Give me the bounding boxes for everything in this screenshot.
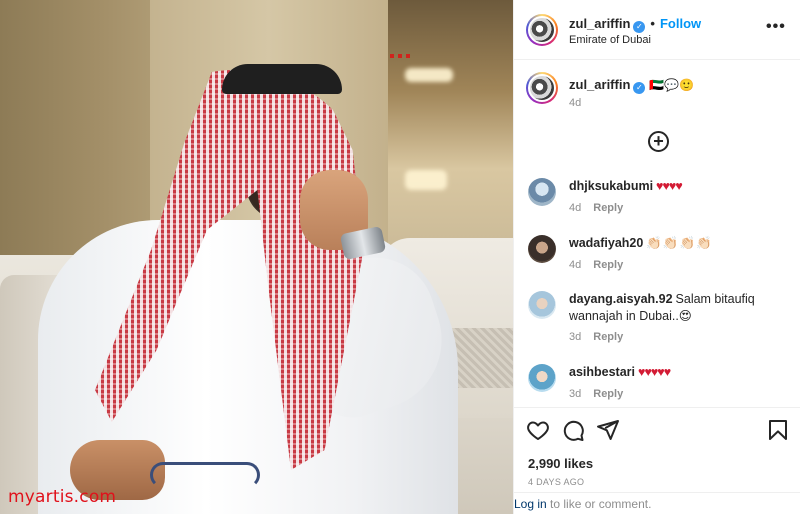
comment-time: 4d [569, 259, 582, 271]
reply-button[interactable]: Reply [593, 202, 623, 214]
post-actions: 2,990 likes 4 DAYS AGO Log in to like or… [514, 407, 800, 514]
comment-username[interactable]: asihbestari [569, 365, 635, 379]
comment-time: 4d [569, 202, 582, 214]
comment-meta: 3d Reply [569, 331, 623, 343]
post-date: 4 DAYS AGO [528, 477, 585, 487]
reply-button[interactable]: Reply [593, 259, 623, 271]
header-user-line: zul_ariffin ✓ • Follow [569, 16, 701, 33]
post-header: zul_ariffin ✓ • Follow Emirate of Dubai ••• [514, 0, 800, 60]
comment-meta: 3d Reply [569, 388, 623, 400]
bookmark-icon[interactable] [766, 418, 790, 442]
hallway-background [388, 0, 513, 260]
separator-dot: • [650, 16, 655, 31]
comment-avatar[interactable] [528, 291, 556, 319]
heart-icon[interactable] [526, 418, 550, 442]
comment-time: 3d [569, 388, 582, 400]
comment-username[interactable]: dhjksukabumi [569, 179, 653, 193]
follow-button[interactable]: Follow [660, 16, 701, 31]
verified-icon: ✓ [633, 21, 646, 33]
caption-time: 4d [569, 97, 582, 109]
post-panel: zul_ariffin ✓ • Follow Emirate of Dubai •••… [513, 0, 800, 514]
location-link[interactable]: Emirate of Dubai [569, 34, 651, 46]
comment-meta: 4d Reply [569, 259, 623, 271]
more-options-icon[interactable]: ••• [766, 18, 786, 36]
eyeglasses [150, 462, 260, 488]
login-link[interactable]: Log in [514, 497, 547, 511]
comment-body: asihbestari ♥♥♥♥♥ [569, 364, 789, 381]
comment-meta: 4d Reply [569, 202, 623, 214]
comment-avatar[interactable] [528, 178, 556, 206]
watermark: myartis.com [8, 487, 117, 507]
like-count[interactable]: 2,990 likes [528, 456, 593, 471]
post-photo[interactable]: myartis.com [0, 0, 513, 514]
comment-text: ♥♥♥♥ [656, 179, 683, 193]
share-icon[interactable] [596, 418, 620, 442]
red-lights [390, 54, 412, 58]
comment-icon[interactable] [561, 418, 585, 442]
caption-line: zul_ariffin ✓ 🇦🇪💬🙂 [569, 77, 694, 94]
header-username[interactable]: zul_ariffin [569, 16, 630, 31]
comment-time: 3d [569, 331, 582, 343]
reply-button[interactable]: Reply [593, 388, 623, 400]
caption-username[interactable]: zul_ariffin [569, 77, 630, 92]
comment-body: wadafiyah20 👏🏻👏🏻👏🏻👏🏻 [569, 235, 789, 252]
comment-text: 👏🏻👏🏻👏🏻👏🏻 [646, 236, 713, 250]
black-agal [222, 64, 342, 94]
ceiling-light [405, 68, 453, 82]
load-more-comments-button[interactable]: + [648, 131, 669, 152]
login-text: to like or comment. [546, 497, 652, 511]
comment-text: ♥♥♥♥♥ [638, 365, 671, 379]
comment-username[interactable]: wadafiyah20 [569, 236, 643, 250]
comment-avatar[interactable] [528, 364, 556, 392]
login-prompt: Log in to like or comment. [514, 492, 800, 514]
verified-icon: ✓ [633, 82, 646, 94]
comments-section[interactable]: zul_ariffin ✓ 🇦🇪💬🙂 4d + dhjksukabumi ♥♥♥♥ 4… [514, 60, 800, 407]
reply-button[interactable]: Reply [593, 331, 623, 343]
ceiling-light [405, 170, 447, 190]
comment-username[interactable]: dayang.aisyah.92 [569, 292, 673, 306]
caption-avatar[interactable] [526, 72, 558, 104]
caption-text: 🇦🇪💬🙂 [649, 78, 695, 92]
comment-body: dayang.aisyah.92 Salam bitaufiq wannajah … [569, 291, 789, 325]
comment-avatar[interactable] [528, 235, 556, 263]
avatar[interactable] [526, 14, 558, 46]
comment-body: dhjksukabumi ♥♥♥♥ [569, 178, 789, 195]
